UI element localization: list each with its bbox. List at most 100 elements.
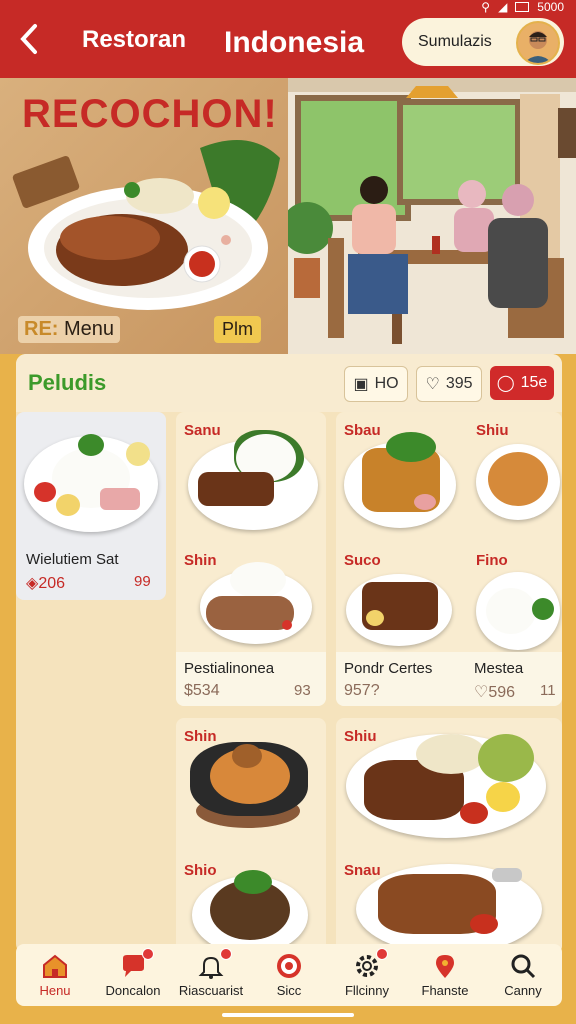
menu-panel: Peludis ▣ HO ♡ 395 ◯ 15e Wielutiem Sat ◈… — [16, 354, 562, 954]
rice-image — [230, 562, 286, 598]
status-text: 5000 — [537, 0, 564, 14]
nav-label: Doncalon — [105, 983, 161, 998]
item-price: ◈206 — [26, 575, 66, 592]
nav-item-location[interactable]: Fhanste — [406, 944, 484, 1006]
herb-image — [386, 432, 436, 462]
heart-icon: ♡ — [425, 376, 440, 393]
notification-dot — [220, 948, 232, 960]
user-profile-button[interactable]: Sumulazis — [402, 18, 564, 66]
menu-card-featured[interactable]: Wielutiem Sat ◈206 99 — [16, 412, 166, 600]
signal-icon: ⚲ — [481, 0, 491, 14]
nav-item-settings[interactable]: Fllcinny — [328, 944, 406, 1006]
item-name: Mestea — [474, 660, 524, 677]
notification-dot — [142, 948, 154, 960]
lemon-image — [56, 494, 80, 516]
nav-item-home[interactable]: Henu — [16, 944, 94, 1006]
item-label: Suco — [344, 552, 381, 569]
satay-image — [198, 472, 274, 506]
meat-image — [100, 488, 140, 510]
hero-pill-button[interactable]: Plm — [214, 316, 261, 343]
battery-icon — [515, 2, 530, 12]
header-left-label[interactable]: Restoran — [82, 26, 186, 54]
herb-image — [78, 434, 104, 456]
chat-bubble-icon: ◯ — [496, 375, 515, 392]
item-count: 93 — [294, 682, 311, 699]
shrimp-image — [414, 494, 436, 510]
avatar[interactable] — [516, 21, 560, 65]
menu-card-5[interactable]: Shiu Snau — [336, 718, 562, 954]
menu-card-4[interactable]: Shin Shio — [176, 718, 326, 954]
wifi-icon: ◢ — [498, 0, 508, 14]
rice-image — [486, 588, 536, 634]
person-icon — [518, 23, 558, 63]
status-bar: ⚲ ◢ 5000 — [481, 0, 564, 14]
nav-label: Fllcinny — [344, 983, 390, 998]
sausage-image — [206, 596, 294, 630]
item-label: Fino — [476, 552, 508, 569]
panel-title: Peludis — [28, 370, 107, 395]
nav-item-search[interactable]: Canny — [484, 944, 562, 1006]
document-icon: ▣ — [353, 376, 369, 393]
search-icon — [509, 952, 537, 980]
top-app-bar: ⚲ ◢ 5000 Restoran Indonesia Sumulazis — [0, 0, 576, 78]
likes-button[interactable]: ♡ 395 — [416, 366, 482, 402]
nav-label: Sicc — [276, 983, 302, 998]
ho-filter-button[interactable]: ▣ HO — [344, 366, 408, 402]
home-indicator[interactable] — [222, 1013, 354, 1017]
back-button[interactable] — [18, 22, 48, 58]
nav-label: Henu — [39, 983, 71, 998]
comments-button[interactable]: ◯ 15e — [490, 366, 554, 400]
noodles-image — [416, 734, 486, 774]
item-label: Sbau — [344, 422, 381, 439]
location-icon — [431, 952, 459, 980]
home-icon — [41, 952, 69, 980]
spoon-image — [492, 868, 522, 882]
chevron-left-icon — [20, 24, 37, 54]
item-label: Sanu — [184, 422, 221, 439]
item-price: $534 — [184, 682, 220, 699]
target-icon — [275, 952, 303, 980]
hero-menu-prefix: RE: — [24, 318, 59, 340]
bottom-navigation: Henu Doncalon Riascuarist Sicc Fllcinny … — [16, 944, 562, 1006]
diners-illustration — [288, 78, 576, 354]
lemon-image — [126, 442, 150, 466]
nav-label: Canny — [504, 983, 542, 998]
menu-card-1[interactable]: Sanu Shin Pestialinonea $534 93 — [176, 412, 326, 706]
item-price: ♡596 — [474, 684, 516, 701]
tomato-image — [34, 482, 56, 502]
hero-banner: RECOCHON! RE: Menu Plm — [0, 78, 576, 354]
item-label: Snau — [344, 862, 381, 879]
restaurant-interior-image — [288, 78, 576, 354]
item-count: 99 — [134, 573, 151, 590]
page-title: Indonesia — [224, 26, 365, 59]
hero-title: RECOCHON! — [22, 92, 278, 136]
item-count: 11 — [540, 682, 556, 699]
tag-icon: ◈ — [26, 575, 39, 592]
item-name: Pondr Certes — [344, 660, 433, 677]
item-label: Shin — [184, 552, 217, 569]
bowl-image — [478, 734, 534, 782]
nav-item-chat[interactable]: Doncalon — [94, 944, 172, 1006]
item-name: Wielutiem Sat — [26, 551, 119, 568]
nav-label: Fhanste — [421, 983, 469, 998]
item-label: Shiu — [344, 728, 377, 745]
nav-item-target[interactable]: Sicc — [250, 944, 328, 1006]
nav-item-bell[interactable]: Riascuarist — [172, 944, 250, 1006]
hero-dish-image[interactable]: RECOCHON! RE: Menu Plm — [0, 78, 288, 354]
user-name: Sumulazis — [418, 33, 492, 50]
hero-menu-link[interactable]: RE: Menu — [18, 316, 121, 343]
item-price: 957? — [344, 682, 380, 699]
ho-label: HO — [374, 375, 399, 392]
notification-dot — [376, 948, 388, 960]
sambal-image — [460, 802, 488, 824]
panel-header: Peludis ▣ HO ♡ 395 ◯ 15e — [16, 354, 562, 412]
heart-icon: ♡ — [474, 684, 489, 701]
hero-menu-label: Menu — [64, 318, 115, 340]
fried-rice-image — [488, 452, 548, 506]
item-label: Shio — [184, 862, 217, 879]
item-name: Pestialinonea — [184, 660, 275, 677]
meatball-image — [232, 744, 262, 768]
menu-card-2[interactable]: Sbau Shiu Suco Fino Pondr Certes 957? Me… — [336, 412, 562, 706]
likes-count: 395 — [445, 375, 473, 392]
lemon-image — [366, 610, 384, 626]
